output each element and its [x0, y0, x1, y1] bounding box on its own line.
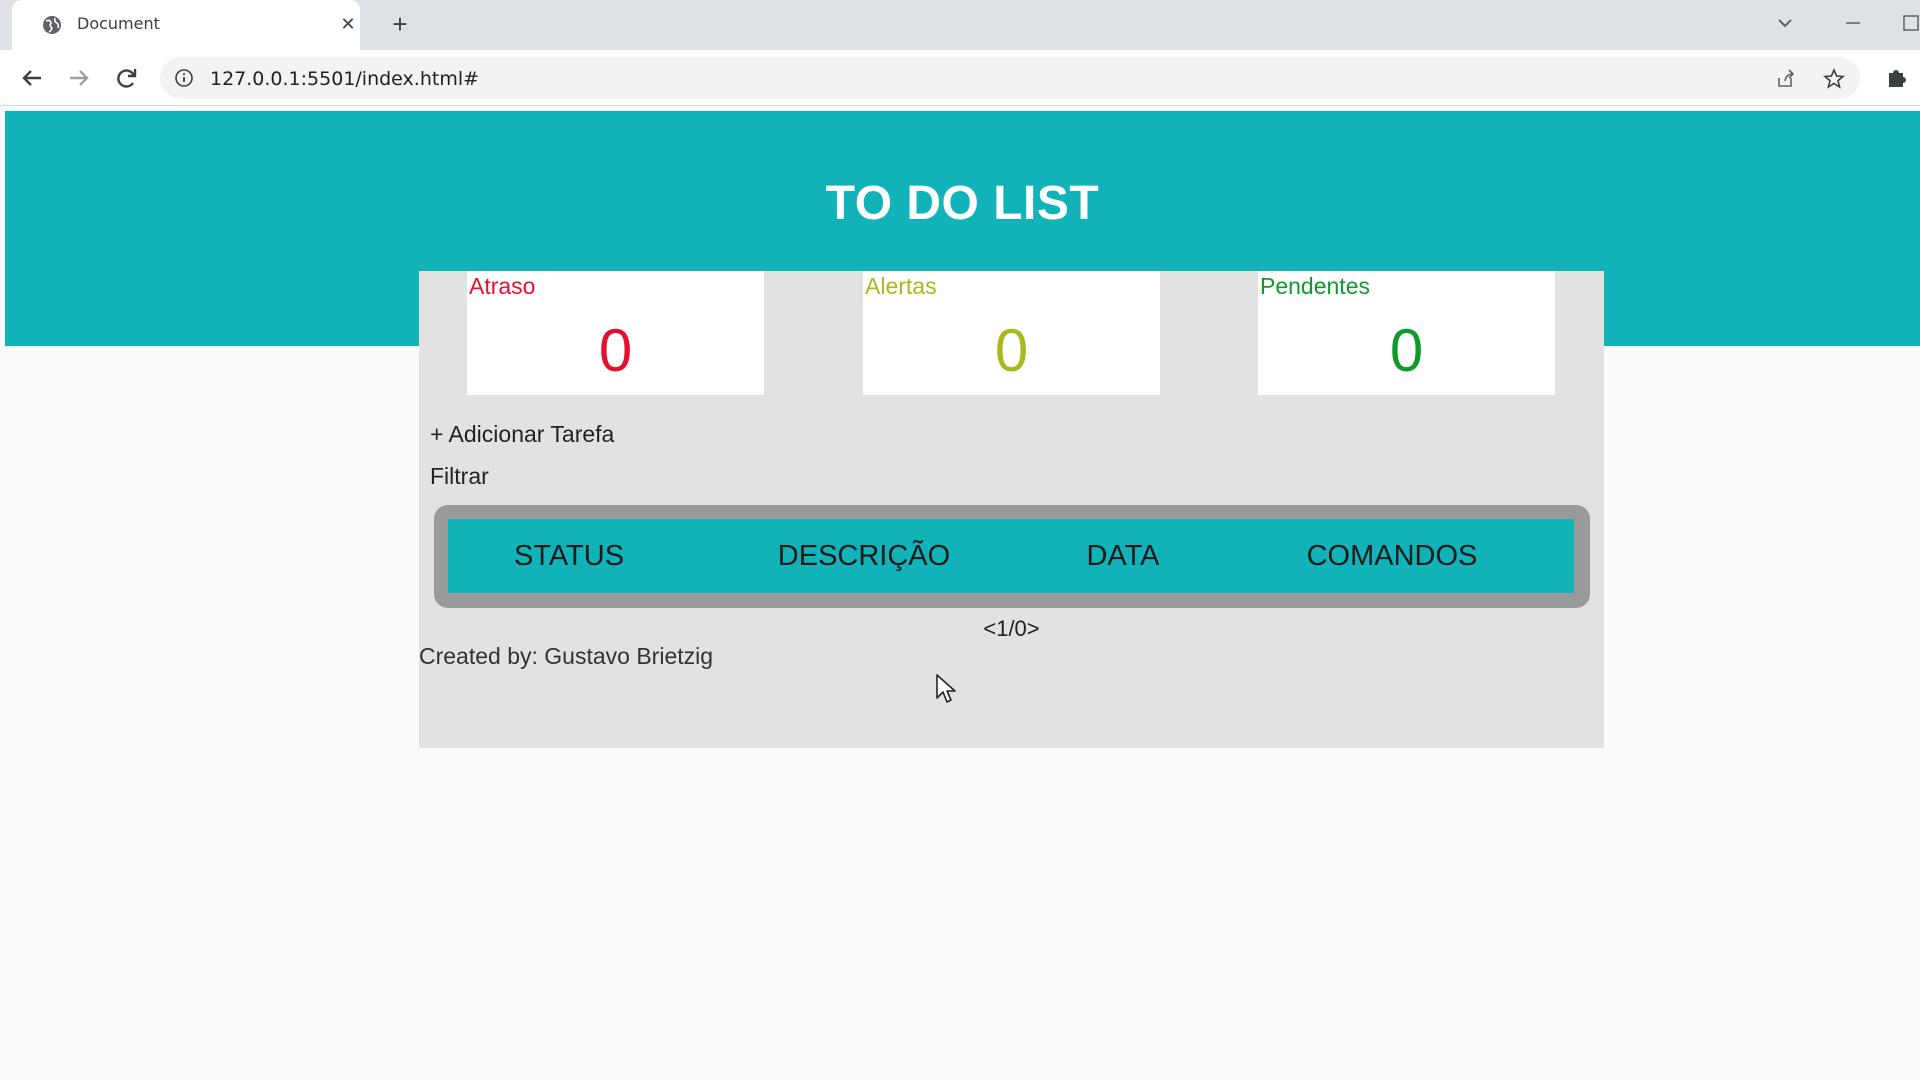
browser-tab-bar: Document ✕ +: [0, 0, 1920, 50]
counter-card-alertas: Alertas 0: [863, 271, 1160, 395]
task-table: STATUS DESCRIÇÃO DATA COMANDOS: [434, 505, 1590, 608]
page-title: TO DO LIST: [825, 177, 1100, 230]
minimize-icon[interactable]: [1838, 8, 1868, 38]
reload-icon[interactable]: [112, 63, 142, 93]
url-text[interactable]: 127.0.0.1:5501/index.html#: [210, 68, 479, 90]
new-tab-button[interactable]: +: [386, 10, 414, 38]
table-header-row: STATUS DESCRIÇÃO DATA COMANDOS: [448, 519, 1574, 593]
footer-credit: Created by: Gustavo Brietzig: [419, 643, 714, 669]
maximize-icon[interactable]: [1896, 8, 1920, 38]
column-header-comandos: COMANDOS: [1306, 540, 1478, 572]
counter-label: Pendentes: [1260, 273, 1370, 299]
page-viewport: TO DO LIST Atraso 0 Alertas 0 Pendentes …: [0, 107, 1920, 1080]
back-arrow-icon[interactable]: [17, 63, 47, 93]
counter-card-atraso: Atraso 0: [467, 271, 764, 395]
bookmark-star-icon[interactable]: [1822, 67, 1846, 91]
forward-arrow-icon[interactable]: [64, 63, 94, 93]
counter-value: 0: [598, 317, 633, 384]
counter-value: 0: [994, 317, 1029, 384]
globe-icon: [43, 16, 61, 34]
info-icon[interactable]: [174, 68, 194, 88]
browser-tab[interactable]: Document ✕: [12, 0, 360, 50]
tab-search-chevron-icon[interactable]: [1770, 8, 1800, 38]
filter-link[interactable]: Filtrar: [430, 463, 489, 490]
counter-card-pendentes: Pendentes 0: [1258, 271, 1555, 395]
counter-label: Alertas: [865, 273, 937, 299]
todo-panel: Atraso 0 Alertas 0 Pendentes 0 + Adicion…: [419, 271, 1604, 748]
browser-toolbar: 127.0.0.1:5501/index.html#: [0, 50, 1920, 106]
extensions-puzzle-icon[interactable]: [1881, 63, 1911, 93]
column-header-data: DATA: [1086, 540, 1160, 572]
share-icon[interactable]: [1774, 67, 1798, 91]
pagination[interactable]: <1/0>: [419, 616, 1604, 642]
column-header-descricao: DESCRIÇÃO: [777, 540, 951, 572]
column-header-status: STATUS: [513, 540, 625, 572]
counter-value: 0: [1389, 317, 1424, 384]
add-task-link[interactable]: + Adicionar Tarefa: [430, 421, 614, 448]
counter-label: Atraso: [469, 273, 536, 299]
close-tab-icon[interactable]: ✕: [338, 14, 358, 34]
mouse-cursor-icon: [936, 674, 956, 703]
address-bar[interactable]: 127.0.0.1:5501/index.html#: [160, 57, 1860, 99]
tab-title: Document: [77, 14, 160, 33]
